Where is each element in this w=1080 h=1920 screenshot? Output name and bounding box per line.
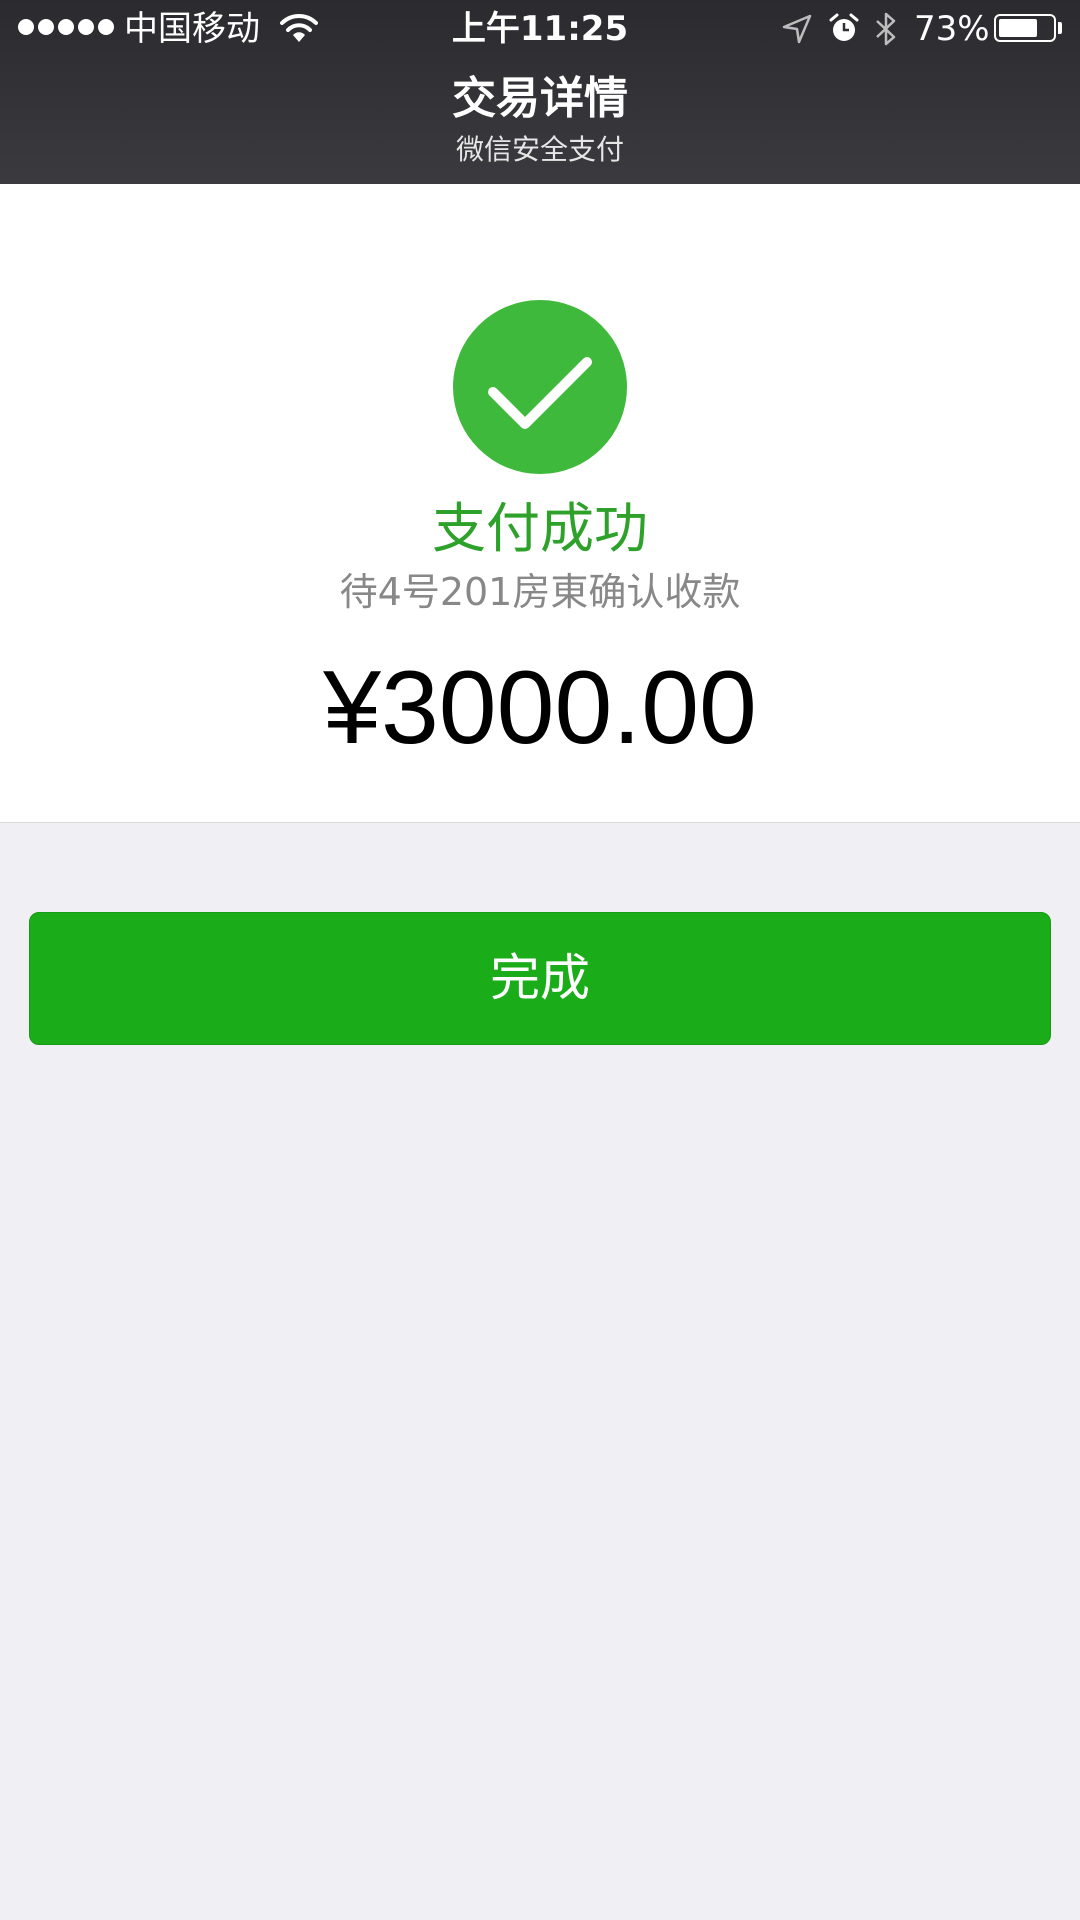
payment-amount: ¥3000.00 [323, 650, 757, 766]
status-bar: 中国移动 上午11:25 73% [0, 0, 1080, 58]
battery-icon [994, 14, 1056, 42]
battery-percent: 73% [914, 9, 990, 49]
page-subtitle: 微信安全支付 [455, 133, 624, 166]
header: 中国移动 上午11:25 73% 交易详情 微信安全支付 [0, 0, 1080, 184]
bluetooth-icon [876, 12, 896, 46]
checkmark-icon [488, 357, 592, 429]
alarm-icon [829, 13, 859, 41]
battery-level [999, 19, 1037, 37]
location-arrow-icon [782, 14, 812, 44]
page-title: 交易详情 [452, 73, 628, 124]
payment-result-screen: 中国移动 上午11:25 73% 交易详情 微信安全支付 支付成功 待4号201… [0, 0, 1080, 1920]
result-card: 支付成功 待4号201房東确认收款 ¥3000.00 [0, 184, 1080, 823]
battery-tip [1058, 22, 1062, 34]
payment-note: 待4号201房東确认收款 [339, 570, 741, 614]
success-badge [453, 300, 627, 474]
payment-status: 支付成功 [432, 497, 648, 560]
done-button[interactable]: 完成 [29, 912, 1051, 1045]
